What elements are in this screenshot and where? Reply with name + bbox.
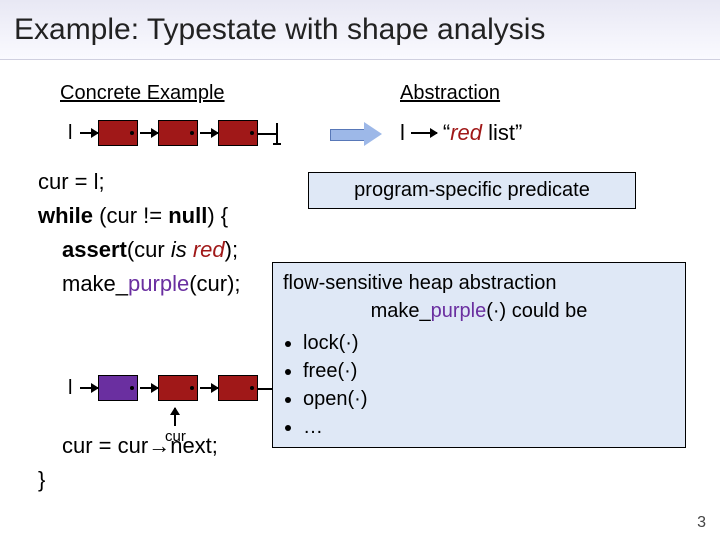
list-node (218, 120, 258, 146)
list-label-l: l (68, 122, 72, 145)
list-node (158, 120, 198, 146)
arrow-icon (200, 387, 218, 389)
big-arrow-icon (330, 126, 380, 142)
code-line: cur = l; (38, 165, 241, 199)
callout-heap-line1: flow-sensitive heap abstraction (283, 269, 675, 297)
code-line: assert(cur is red); (62, 233, 241, 267)
arrow-icon (200, 132, 218, 134)
title-band: Example: Typestate with shape analysis (0, 0, 720, 60)
abs-l-label: l (400, 120, 405, 146)
code-line: make_purple(cur); (62, 267, 241, 301)
callout-could-be: make_purple(·) could be (283, 297, 675, 325)
cur-label: cur (165, 428, 186, 445)
arrow-icon (411, 132, 437, 134)
list-item: open(·) (303, 385, 675, 413)
arrow-icon (140, 387, 158, 389)
slide: Example: Typestate with shape analysis C… (0, 0, 720, 540)
code-line: while (cur != null) { (38, 199, 241, 233)
abs-red-word: red (450, 120, 482, 145)
cur-pointer: cur (165, 408, 186, 445)
abs-rest: list” (482, 120, 522, 145)
slide-number: 3 (697, 514, 706, 532)
null-terminator-icon (276, 123, 278, 143)
list-item: lock(·) (303, 329, 675, 357)
arrow-icon (140, 132, 158, 134)
linked-list-top: l (68, 120, 278, 146)
abstraction-value: l “red list” (400, 120, 522, 146)
callout-predicate: program-specific predicate (308, 172, 636, 209)
slide-title: Example: Typestate with shape analysis (14, 13, 545, 47)
callout-heap: flow-sensitive heap abstraction make_pur… (272, 262, 686, 448)
list-item: … (303, 413, 675, 441)
heading-concrete: Concrete Example (60, 82, 225, 105)
list-label-l: l (68, 377, 72, 400)
list-node (158, 375, 198, 401)
callout-list: lock(·) free(·) open(·) … (303, 329, 675, 441)
code-line: cur = cur→next; (62, 429, 241, 463)
linked-list-mid: l (68, 375, 278, 401)
code-line: } (38, 463, 241, 497)
up-arrow-icon (174, 408, 176, 426)
code-block: cur = l; while (cur != null) { assert(cu… (38, 165, 241, 497)
list-item: free(·) (303, 357, 675, 385)
arrow-icon (80, 132, 98, 134)
list-node (218, 375, 258, 401)
heading-abstraction: Abstraction (400, 82, 500, 105)
arrow-icon (80, 387, 98, 389)
list-node (98, 120, 138, 146)
list-node (98, 375, 138, 401)
